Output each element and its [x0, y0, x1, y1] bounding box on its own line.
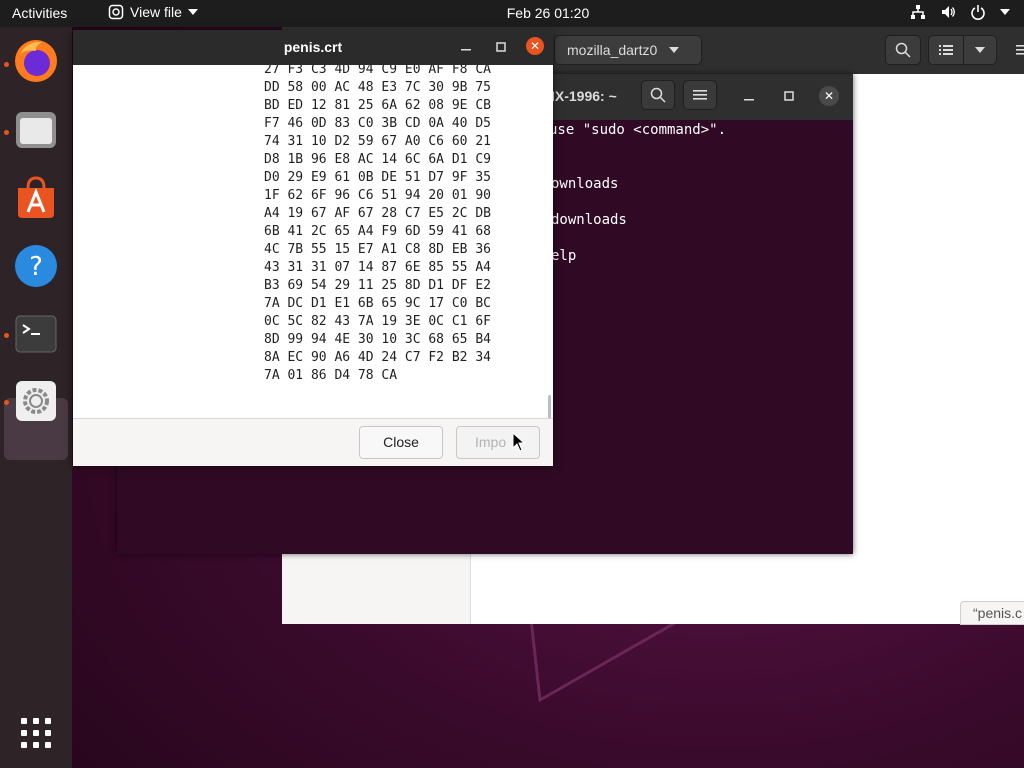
files-icon[interactable]	[12, 106, 60, 154]
hex-line: 74 31 10 D2 59 67 A0 C6 60 21	[264, 134, 491, 149]
app-grid-icon[interactable]	[20, 717, 52, 749]
hex-line: A4 19 67 AF 67 28 C7 E5 2C DB	[264, 206, 491, 221]
power-icon	[971, 5, 985, 20]
network-icon	[911, 5, 925, 19]
hex-line: 27 F3 C3 4D 94 C9 E0 AF F8 CA	[264, 65, 491, 77]
dock: ?	[0, 27, 72, 768]
hex-line: B3 69 54 29 11 25 8D D1 DF E2	[264, 278, 491, 293]
minimize-icon[interactable]	[743, 92, 755, 104]
terminal-title: IX-1996: ~	[551, 88, 617, 104]
hex-line: 4C 7B 55 15 E7 A1 C8 8D EB 36	[264, 242, 491, 257]
hex-line: 0C 5C 82 43 7A 19 3E 0C C1 6F	[264, 314, 491, 329]
list-view-icon	[939, 45, 953, 55]
terminal-menu-button[interactable]	[683, 80, 717, 110]
running-indicator	[4, 62, 9, 67]
terminal-line: use "sudo <command>".	[549, 122, 727, 138]
hex-line: 7A DC D1 E1 6B 65 9C 17 C0 BC	[264, 296, 491, 311]
hex-line: 1F 62 6F 96 C6 51 94 20 01 90	[264, 188, 491, 203]
close-icon[interactable]: ✕	[819, 86, 839, 106]
hex-line: DD 58 00 AC 48 E3 7C 30 9B 75	[264, 80, 491, 95]
hex-line: 6B 41 2C 65 A4 F9 6D 59 41 68	[264, 224, 491, 239]
minimize-icon[interactable]	[460, 42, 472, 54]
view-list-button[interactable]	[928, 35, 964, 65]
hex-line: BD ED 12 81 25 6A 62 08 9E CB	[264, 98, 491, 113]
terminal-line: ownloads	[551, 176, 619, 192]
certificate-hex-view[interactable]: 27 F3 C3 4D 94 C9 E0 AF F8 CA DD 58 00 A…	[73, 65, 553, 418]
hamburger-icon	[693, 90, 707, 100]
svg-text:?: ?	[29, 252, 43, 282]
software-icon[interactable]	[12, 174, 60, 222]
terminal-search-button[interactable]	[641, 80, 675, 110]
import-button[interactable]: Impo	[456, 426, 540, 459]
menu-button[interactable]	[1008, 35, 1024, 65]
hex-line: D0 29 E9 61 0B DE 51 D7 9F 35	[264, 170, 491, 185]
help-icon[interactable]: ?	[12, 242, 60, 290]
hamburger-icon	[1016, 45, 1024, 55]
search-icon	[650, 87, 666, 103]
hex-line: D8 1B 96 E8 AC 14 6C 6A D1 C9	[264, 152, 491, 167]
close-button[interactable]: Close	[359, 426, 443, 459]
running-indicator	[4, 400, 9, 405]
hex-line: F7 46 0D 83 C0 3B CD 0A 40 D5	[264, 116, 491, 131]
hex-line: 7A 01 86 D4 78 CA	[264, 368, 398, 383]
maximize-icon[interactable]	[495, 41, 507, 53]
terminal-line: downloads	[551, 212, 627, 228]
chevron-down-icon	[975, 47, 985, 53]
system-status-area[interactable]	[910, 4, 1010, 20]
dialog-title: penis.crt	[283, 39, 343, 55]
mouse-pointer-icon	[512, 432, 526, 452]
search-icon	[895, 42, 911, 58]
volume-icon	[942, 6, 955, 18]
terminal-line: elp	[551, 248, 577, 264]
dialog-headerbar: penis.crt ✕	[73, 30, 553, 65]
view-options-button[interactable]	[963, 35, 997, 65]
running-indicator	[4, 130, 9, 135]
path-bar-button[interactable]: mozilla_dartz0	[554, 35, 702, 65]
clock[interactable]: Feb 26 01:20	[0, 5, 1024, 21]
hex-line: 43 31 31 07 14 87 6E 85 55 A4	[264, 260, 491, 275]
close-icon[interactable]: ✕	[526, 37, 544, 55]
chevron-down-icon	[669, 47, 680, 53]
maximize-icon[interactable]	[783, 90, 795, 102]
running-indicator	[4, 333, 9, 338]
status-floating-bar: “penis.c	[960, 601, 1024, 625]
terminal-icon[interactable]	[12, 310, 60, 358]
dialog-button-bar: Close Impo	[73, 418, 553, 466]
search-button[interactable]	[885, 35, 921, 65]
path-bar-label: mozilla_dartz0	[567, 42, 658, 58]
scrollbar-thumb[interactable]	[548, 395, 551, 418]
settings-icon[interactable]	[12, 377, 60, 425]
hex-line: 8A EC 90 A6 4D 24 C7 F2 B2 34	[264, 350, 491, 365]
chevron-down-icon	[1000, 9, 1010, 15]
top-bar: Activities View file Feb 26 01:20	[0, 0, 1024, 27]
firefox-icon[interactable]	[12, 37, 60, 85]
hex-line: 8D 99 94 4E 30 10 3C 68 65 B4	[264, 332, 491, 347]
certificate-viewer-dialog: penis.crt ✕ 27 F3 C3 4D 94 C9 E0 AF F8 C…	[73, 30, 553, 466]
